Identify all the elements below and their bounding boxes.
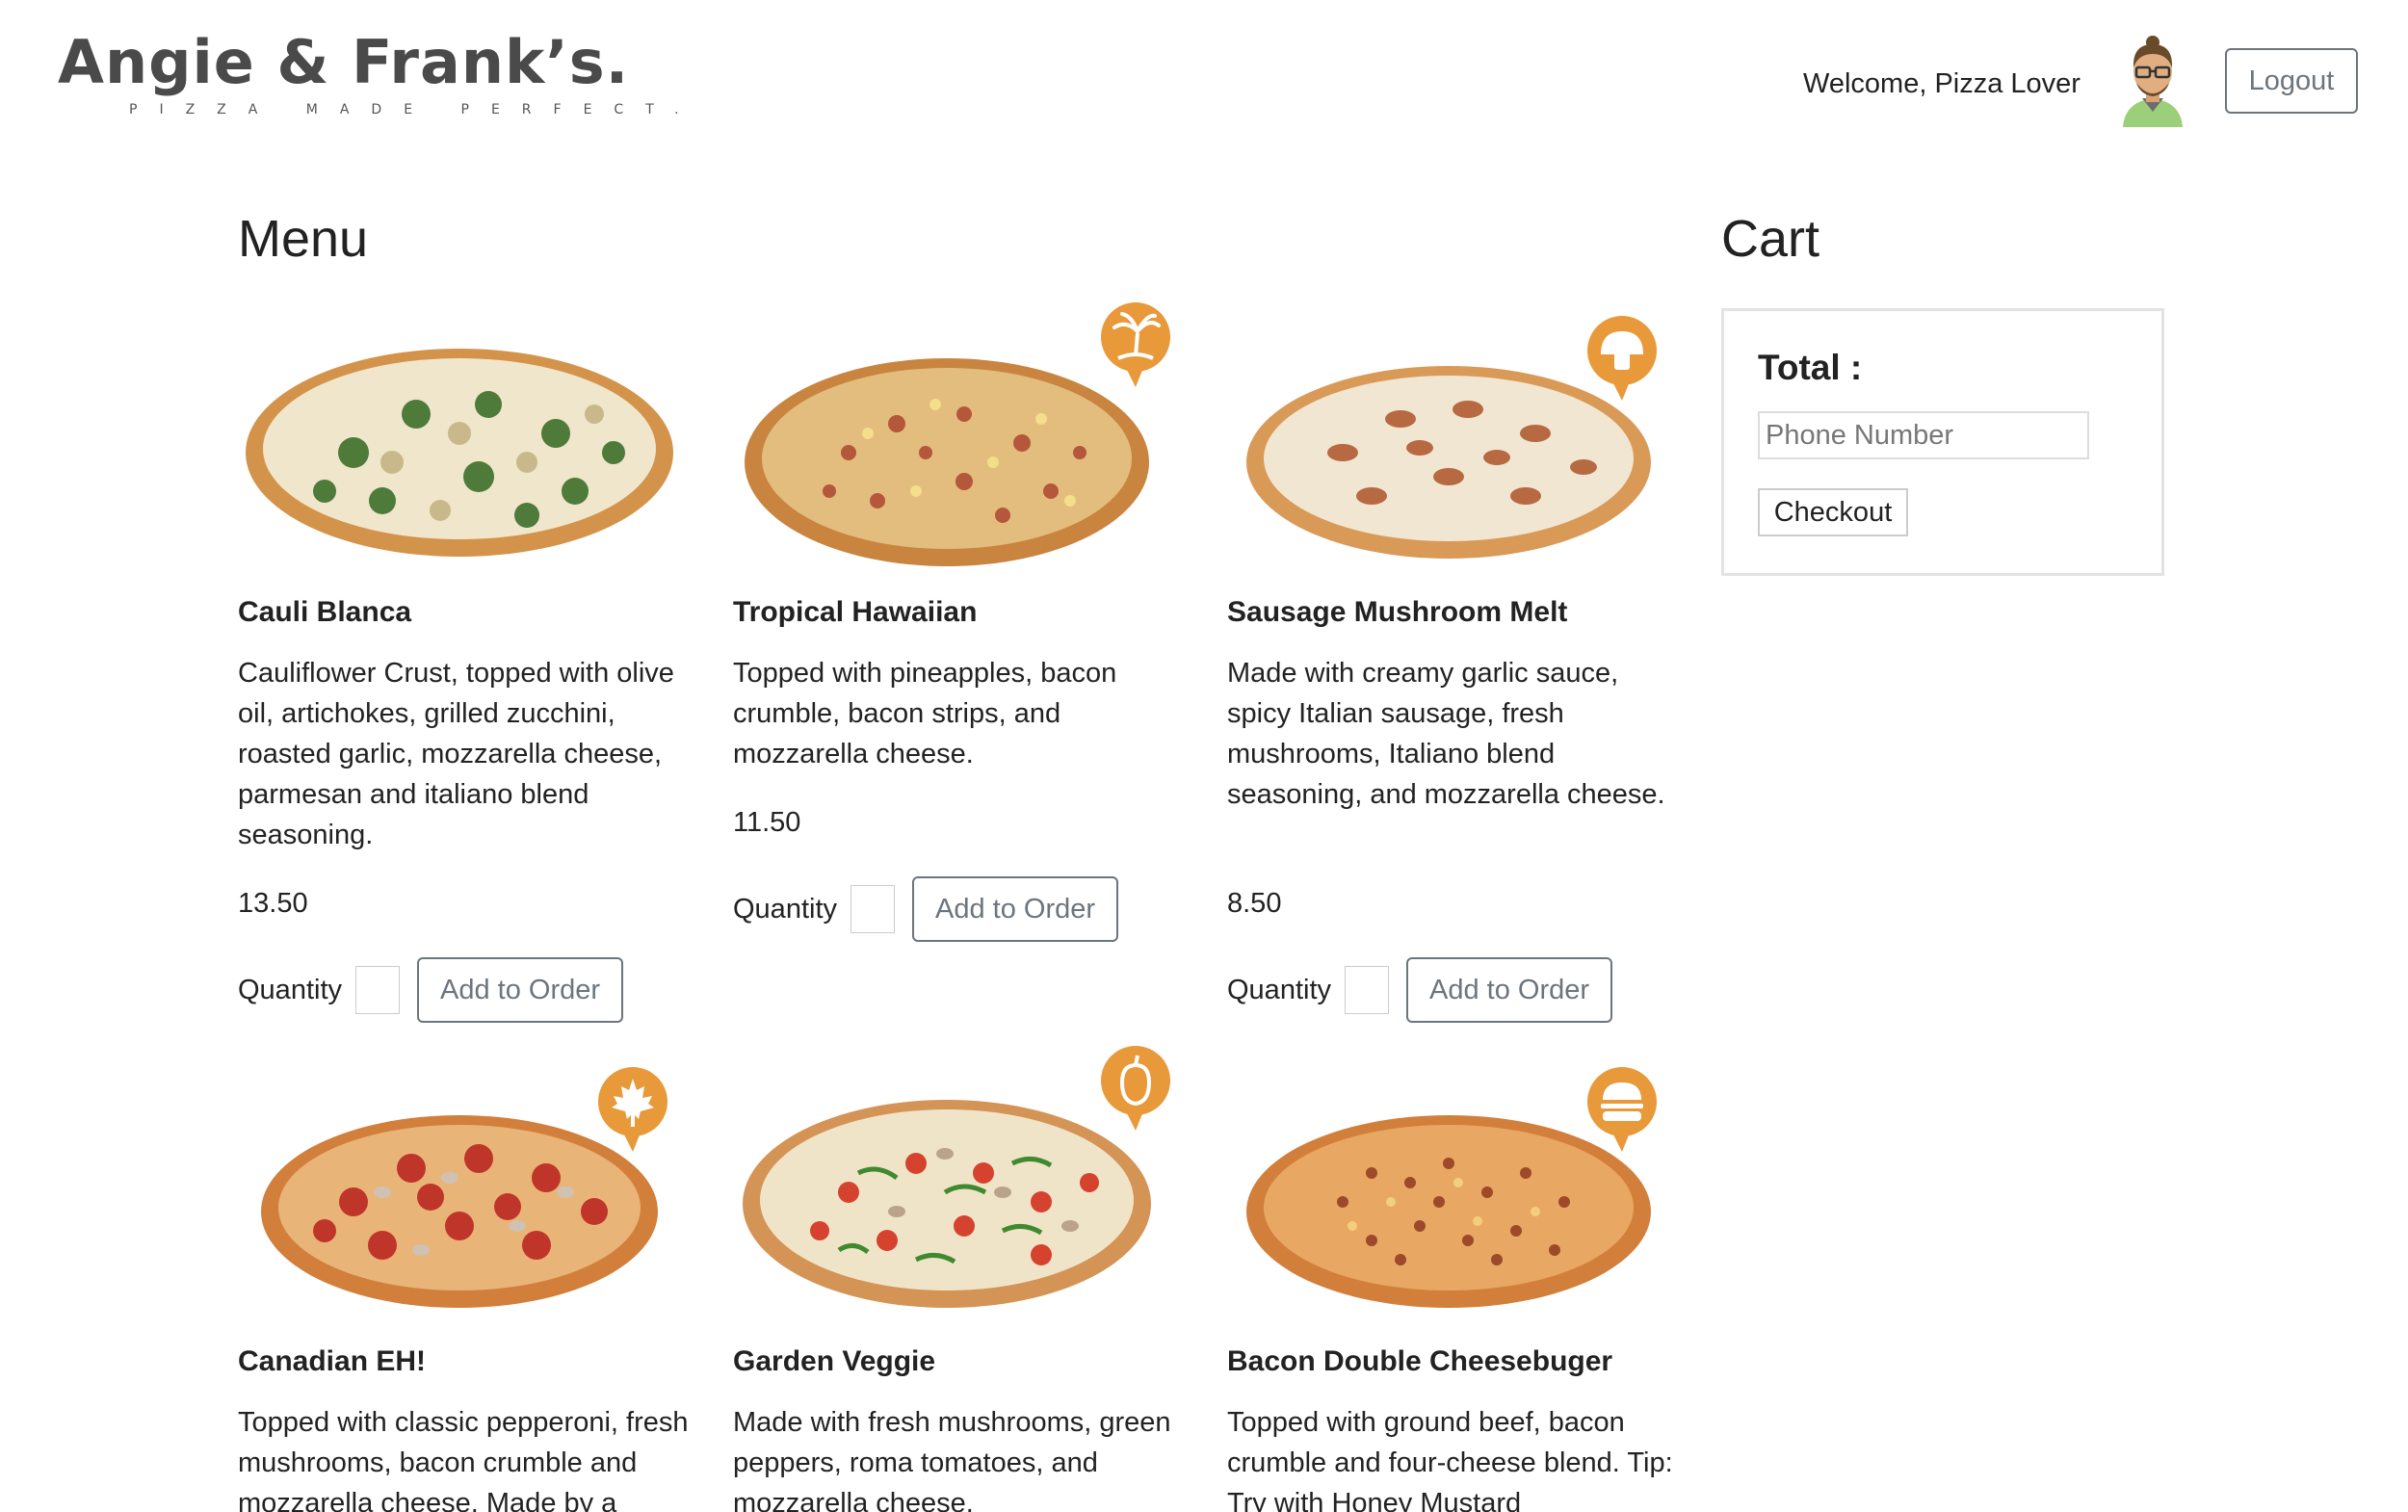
quantity-input[interactable] [355, 966, 400, 1014]
pizza-image [238, 308, 700, 568]
quantity-label: Quantity [733, 893, 837, 925]
palm-tree-icon [1099, 302, 1172, 387]
pizza-name: Sausage Mushroom Melt [1227, 596, 1568, 628]
add-to-order-button[interactable]: Add to Order [1406, 957, 1613, 1023]
add-to-order-button[interactable]: Add to Order [912, 876, 1119, 942]
pizza-description: Cauliflower Crust, topped with olive oil… [238, 658, 674, 850]
pizza-name: Garden Veggie [733, 1345, 936, 1377]
site-header: Angie & Frank’s. PIZZA MADE PERFECT. Wel… [0, 0, 2408, 154]
pizza-name: Canadian EH! [238, 1345, 427, 1377]
avatar-icon [2123, 36, 2183, 127]
quantity-row: Quantity Add to Order [1227, 957, 1613, 1023]
cart-total-label: Total : [1758, 348, 1863, 387]
checkout-button[interactable]: Checkout [1758, 488, 1908, 536]
menu-title: Menu [238, 210, 369, 268]
pepper-icon [1099, 1046, 1172, 1131]
quantity-row: Quantity Add to Order [733, 876, 1119, 942]
pizza-name: Cauli Blanca [238, 596, 412, 628]
quantity-input[interactable] [1345, 966, 1389, 1014]
quantity-label: Quantity [1227, 974, 1331, 1005]
mushroom-icon [1585, 316, 1659, 401]
quantity-input[interactable] [851, 885, 895, 933]
pizza-price: 13.50 [238, 888, 308, 919]
quantity-label: Quantity [238, 974, 342, 1005]
burger-icon [1585, 1067, 1659, 1152]
pizza-price: 11.50 [733, 807, 801, 838]
pizza-price: 8.50 [1227, 888, 1282, 919]
pizza-description: Topped with classic pepperoni, fresh mus… [238, 1407, 689, 1512]
pizza-description: Made with creamy garlic sauce, spicy Ita… [1227, 658, 1665, 810]
logo-tagline: PIZZA MADE PERFECT. [129, 102, 701, 117]
quantity-row: Quantity Add to Order [238, 957, 624, 1023]
pizza-description: Topped with ground beef, bacon crumble a… [1227, 1407, 1673, 1512]
phone-number-input[interactable] [1758, 411, 2089, 459]
add-to-order-button[interactable]: Add to Order [417, 957, 624, 1023]
maple-leaf-icon [596, 1067, 669, 1152]
logo-title: Angie & Frank’s. [58, 27, 630, 97]
cart-title: Cart [1721, 210, 1820, 268]
avatar[interactable] [2117, 35, 2188, 127]
pizza-description: Topped with pineapples, bacon crumble, b… [733, 658, 1117, 769]
logo[interactable]: Angie & Frank’s. PIZZA MADE PERFECT. [58, 27, 701, 117]
welcome-message: Welcome, Pizza Lover [1803, 68, 2081, 99]
logout-button[interactable]: Logout [2225, 48, 2358, 114]
pizza-name: Bacon Double Cheesebuger [1227, 1345, 1613, 1377]
pizza-description: Made with fresh mushrooms, green peppers… [733, 1407, 1171, 1512]
cart-panel: Total : Checkout [1721, 308, 2164, 576]
pizza-name: Tropical Hawaiian [733, 596, 978, 628]
